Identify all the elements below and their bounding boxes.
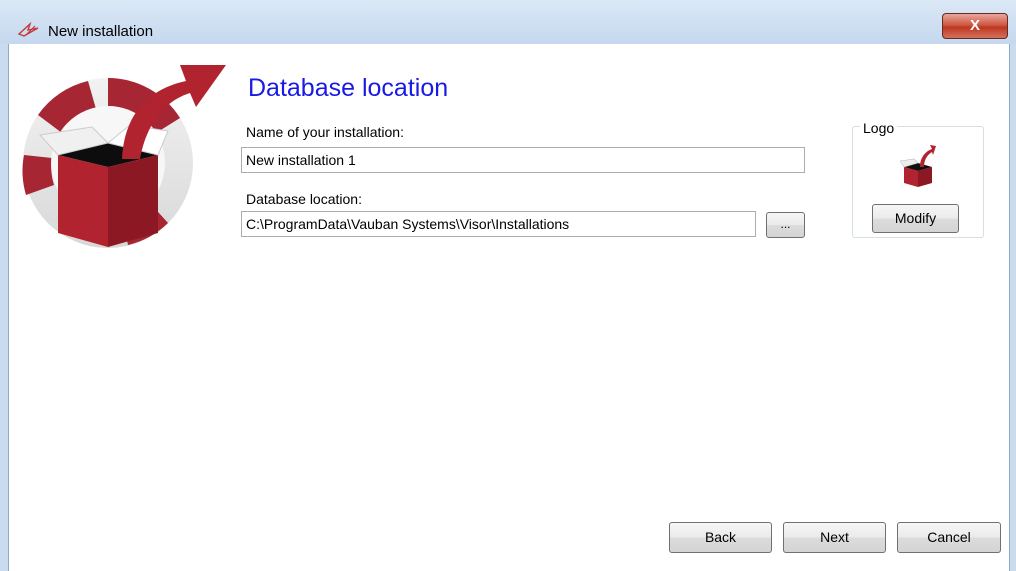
next-button[interactable]: Next (783, 522, 886, 553)
name-label: Name of your installation: (246, 124, 404, 140)
title-bar: New installation X (0, 0, 1016, 44)
cancel-button[interactable]: Cancel (897, 522, 1001, 553)
close-button[interactable]: X (942, 13, 1008, 39)
vauban-logo-icon (17, 21, 40, 43)
close-icon: X (969, 17, 980, 34)
location-label: Database location: (246, 191, 362, 207)
back-button[interactable]: Back (669, 522, 772, 553)
database-location-input[interactable]: C:\ProgramData\Vauban Systems\Visor\Inst… (241, 211, 756, 237)
browse-button[interactable]: ... (766, 212, 805, 238)
page-title: Database location (248, 74, 449, 102)
logo-group-title: Logo (860, 120, 898, 136)
window-title: New installation (48, 23, 154, 40)
installation-window: New installation X Database location Nam… (0, 0, 1016, 571)
box-logo-icon (899, 143, 936, 194)
installation-name-input[interactable]: New installation 1 (241, 147, 805, 173)
modify-logo-button[interactable]: Modify (872, 204, 959, 233)
open-box-arrow-icon (18, 55, 238, 260)
